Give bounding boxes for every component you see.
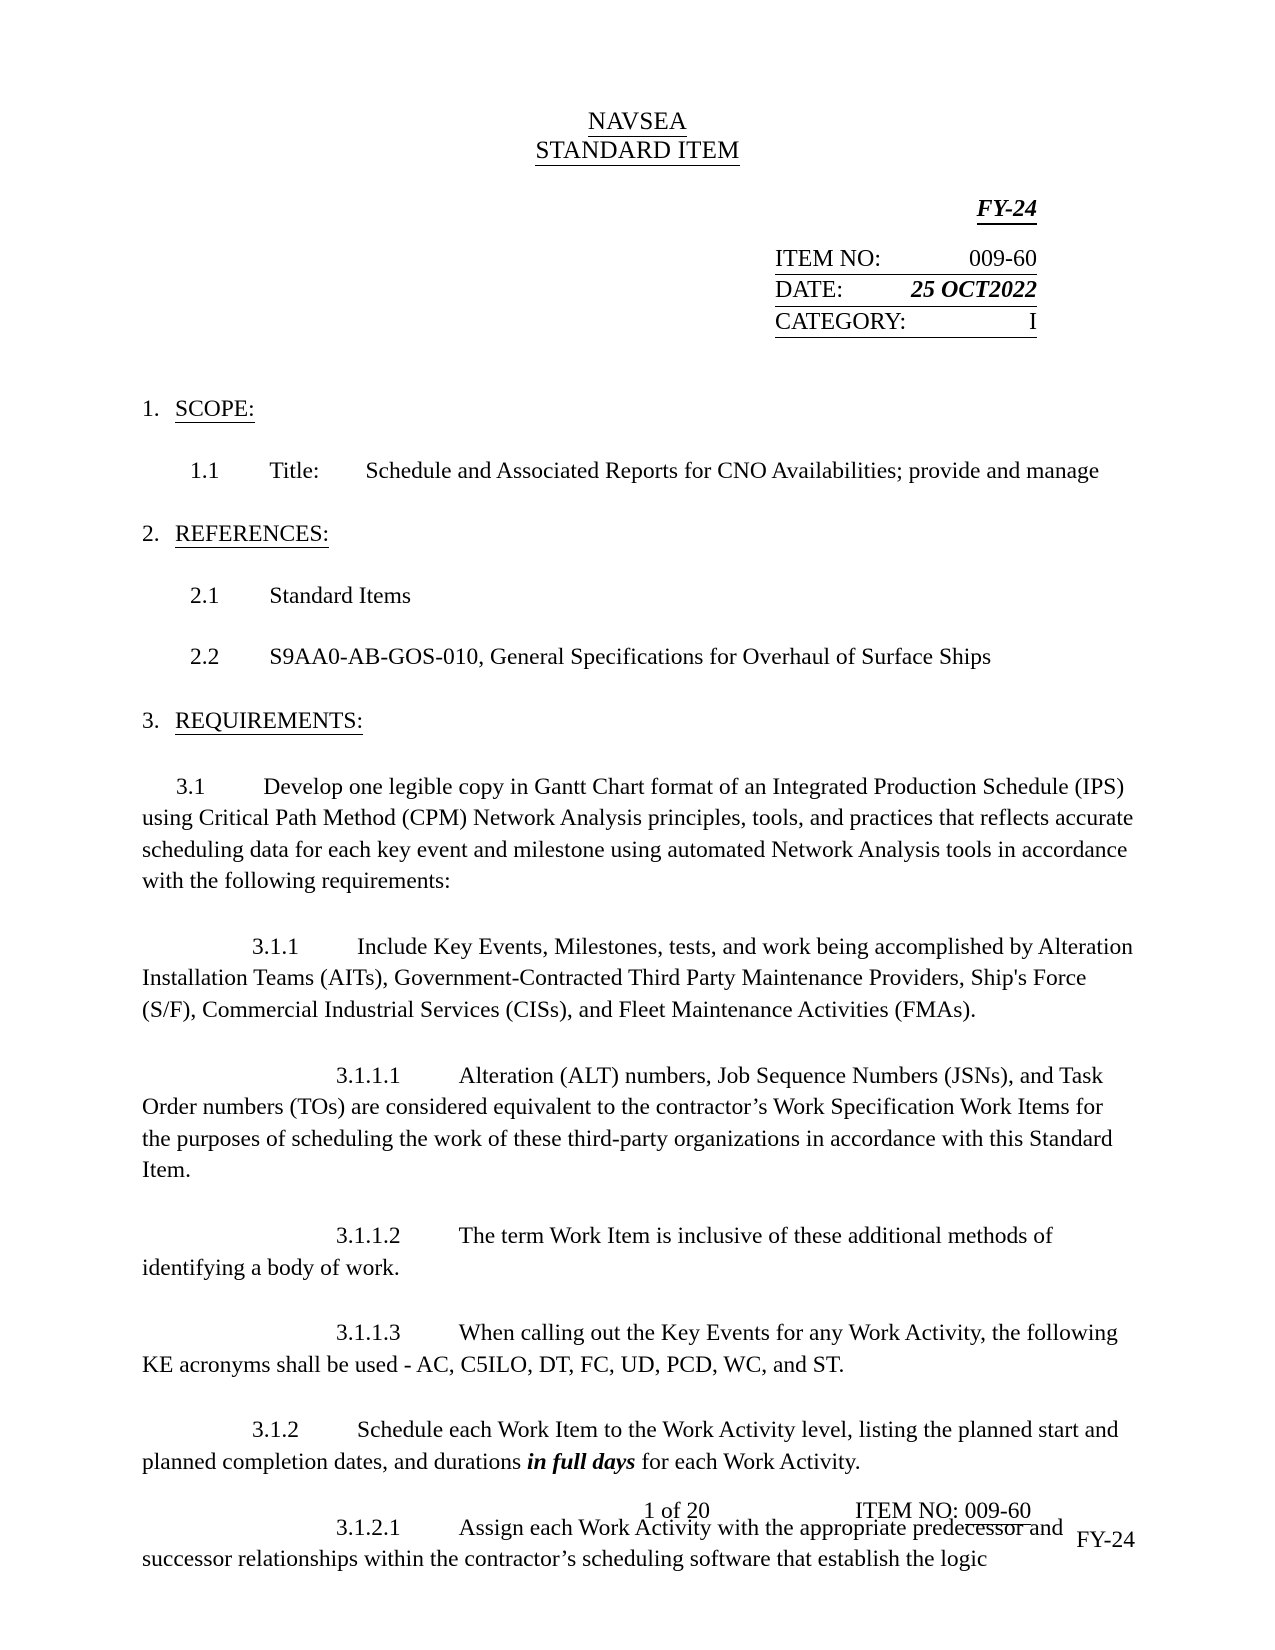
paragraph-2-1-text: Standard Items — [269, 582, 411, 609]
paragraph-3-1-1-number: 3.1.1 — [252, 933, 299, 960]
footer-main-row: 1 of 20 ITEM NO: 009-60 — [0, 1498, 1275, 1525]
paragraph-1-1-text: Schedule and Associated Reports for CNO … — [365, 457, 1100, 484]
item-no-label: ITEM NO: — [775, 246, 881, 272]
item-no-value: 009-60 — [969, 246, 1037, 272]
paragraph-3-1-1-1-number: 3.1.1.1 — [336, 1062, 401, 1089]
section-1-heading: 1. SCOPE: — [142, 394, 1135, 426]
paragraph-3-1-2-number: 3.1.2 — [252, 1417, 299, 1444]
fiscal-year: FY-24 — [0, 196, 1275, 225]
paragraph-3-1-text: Develop one legible copy in Gantt Chart … — [142, 773, 1134, 895]
paragraph-3-1-1-3-text: When calling out the Key Events for any … — [142, 1320, 1118, 1378]
paragraph-3-1-2: 3.1.2 Schedule each Work Item to the Work… — [142, 1415, 1135, 1478]
section-3-heading: 3. REQUIREMENTS: — [142, 706, 1135, 738]
paragraph-1-1-number: 1.1 — [190, 457, 220, 484]
paragraph-3-1-1-3-number: 3.1.1.3 — [336, 1320, 401, 1347]
org-name-text-2: STANDARD ITEM — [535, 136, 740, 166]
paragraph-3-1-2-emphasis: in full days — [527, 1449, 636, 1475]
paragraph-2-1: 2.1 Standard Items — [142, 581, 1135, 613]
document-body: 1. SCOPE: 1.1 Title: Schedule and Associat… — [0, 394, 1275, 1576]
paragraph-3-1-1-2-text: The term Work Item is inclusive of these… — [142, 1223, 1053, 1281]
section-2-title: REFERENCES: — [175, 519, 330, 551]
category-value: I — [1029, 308, 1037, 335]
org-name-line-1: NAVSEA — [0, 108, 1275, 137]
date-value: 25 OCT2022 — [911, 277, 1037, 304]
footer-item-reference: ITEM NO: 009-60 — [855, 1498, 1032, 1525]
org-name-text-1: NAVSEA — [587, 108, 688, 137]
section-1-title-text: SCOPE: — [175, 395, 255, 423]
section-3-title-text: REQUIREMENTS: — [175, 707, 363, 735]
meta-row-item-no: ITEM NO: 009-60 — [775, 245, 1037, 276]
meta-row-date: DATE: 25 OCT2022 — [775, 276, 1037, 307]
fiscal-year-text: FY-24 — [976, 196, 1037, 225]
section-2-heading: 2. REFERENCES: — [142, 519, 1135, 551]
document-meta-block: ITEM NO: 009-60 DATE: 25 OCT2022 CATEGOR… — [775, 245, 1037, 338]
paragraph-1-1: 1.1 Title: Schedule and Associated Reports… — [142, 456, 1135, 488]
paragraph-2-1-number: 2.1 — [190, 582, 220, 609]
paragraph-3-1-1-1: 3.1.1.1 Alteration (ALT) numbers, Job Seq… — [142, 1061, 1135, 1187]
footer-item-value: 009-60 — [964, 1498, 1032, 1525]
section-3-number: 3. — [142, 707, 160, 734]
section-3-title: REQUIREMENTS: — [175, 706, 363, 738]
paragraph-3-1-1: 3.1.1 Include Key Events, Milestones, tes… — [142, 932, 1135, 1027]
paragraph-2-2-text: S9AA0-AB-GOS-010, General Specifications… — [269, 644, 992, 671]
footer-item-label: ITEM NO: — [855, 1498, 959, 1524]
document-page: NAVSEA STANDARD ITEM FY-24 ITEM NO: 009-… — [0, 0, 1275, 1650]
paragraph-1-1-label: Title: — [269, 457, 320, 484]
page-footer: 1 of 20 ITEM NO: 009-60 FY-24 — [0, 1498, 1275, 1554]
paragraph-3-1-1-2-number: 3.1.1.2 — [336, 1223, 401, 1250]
page-number: 1 of 20 — [643, 1498, 710, 1524]
meta-row-category: CATEGORY: I — [775, 308, 1037, 338]
category-label: CATEGORY: — [775, 308, 907, 335]
section-1-number: 1. — [142, 395, 160, 422]
date-label: DATE: — [775, 277, 843, 304]
org-name-line-2: STANDARD ITEM — [0, 136, 1275, 166]
paragraph-3-1-2-text-b: for each Work Activity. — [635, 1449, 861, 1475]
paragraph-3-1-1-2: 3.1.1.2 The term Work Item is inclusive o… — [142, 1221, 1135, 1284]
paragraph-3-1-number: 3.1 — [176, 773, 206, 800]
footer-fiscal-year: FY-24 — [1076, 1527, 1135, 1553]
paragraph-2-2-number: 2.2 — [190, 644, 220, 671]
section-2-number: 2. — [142, 521, 160, 548]
section-1-title: SCOPE: — [175, 394, 255, 426]
paragraph-3-1: 3.1 Develop one legible copy in Gantt Cha… — [142, 772, 1135, 898]
section-2-title-text: REFERENCES: — [175, 521, 330, 549]
paragraph-3-1-1-1-text: Alteration (ALT) numbers, Job Sequence N… — [142, 1062, 1113, 1184]
paragraph-3-1-1-3: 3.1.1.3 When calling out the Key Events f… — [142, 1318, 1135, 1381]
document-header: NAVSEA STANDARD ITEM — [0, 0, 1275, 166]
paragraph-2-2: 2.2 S9AA0-AB-GOS-010, General Specificati… — [142, 642, 1135, 674]
